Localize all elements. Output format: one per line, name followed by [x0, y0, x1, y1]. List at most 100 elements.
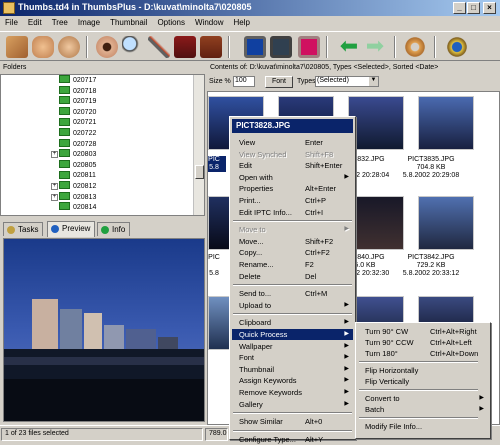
menu-item-delete[interactable]: Delete Del: [232, 271, 353, 282]
folder-item-020812[interactable]: +020812: [51, 181, 97, 192]
menu-item-rename[interactable]: Rename... F2: [232, 259, 353, 270]
folder-item-020803[interactable]: +020803: [51, 149, 96, 160]
menu-item-wallpaper[interactable]: Wallpaper ▶: [232, 341, 353, 352]
folder-item-020719[interactable]: 020719: [59, 96, 96, 107]
expand-icon[interactable]: +: [51, 183, 58, 190]
menu-item-font[interactable]: Font ▶: [232, 352, 353, 363]
folder-label: 020812: [73, 183, 97, 190]
folder-item-020721[interactable]: 020721: [59, 117, 96, 128]
folder-icon: [59, 75, 70, 84]
minimize-button[interactable]: _: [453, 2, 466, 14]
menu-item-properties[interactable]: Properties Alt+Enter: [232, 183, 353, 194]
back-arrow-icon[interactable]: ⬅: [338, 35, 360, 58]
forward-arrow-icon[interactable]: ➡: [364, 35, 386, 58]
context-menu: PICT3828.JPG View Enter View Synched Shift+…: [229, 116, 356, 444]
eye-icon[interactable]: [96, 36, 118, 58]
open-hand-icon[interactable]: [58, 36, 80, 58]
folder-item-020805[interactable]: 020805: [59, 159, 96, 171]
folder-item-020720[interactable]: 020720: [59, 106, 96, 118]
preview-image: [3, 238, 205, 422]
slideshow-icon[interactable]: [270, 36, 292, 58]
folder-item-020811[interactable]: 020811: [59, 170, 96, 181]
submenu-arrow-icon: ▶: [479, 395, 484, 401]
folder-label: 020813: [73, 193, 97, 201]
close-button[interactable]: ×: [483, 2, 496, 14]
size-input[interactable]: 100: [233, 76, 255, 87]
menu-separator: [233, 284, 352, 287]
menu-item-configure-type[interactable]: Configure Type... Alt+Y: [232, 434, 353, 445]
folder-item-020718[interactable]: 020718: [59, 85, 96, 97]
menu-item-modify-file-info[interactable]: Modify File Info...: [358, 421, 488, 432]
menu-item-edit-iptc-info[interactable]: Edit IPTC Info... Ctrl+I: [232, 207, 353, 218]
menu-item-remove-keywords[interactable]: Remove Keywords ▶: [232, 387, 353, 398]
thumbnail-4[interactable]: [418, 96, 474, 150]
menu-file[interactable]: File: [0, 16, 23, 29]
tab-tasks[interactable]: Tasks: [3, 222, 44, 236]
folder-item-020728[interactable]: 020728: [59, 138, 96, 150]
menu-options[interactable]: Options: [152, 16, 190, 29]
magnifier-icon[interactable]: [122, 36, 144, 58]
menu-item-assign-keywords[interactable]: Assign Keywords ▶: [232, 375, 353, 386]
menu-image[interactable]: Image: [73, 16, 105, 29]
folder-item-020814[interactable]: 020814: [59, 202, 96, 213]
menu-item-flip-vertically[interactable]: Flip Vertically: [358, 376, 488, 387]
submenu-arrow-icon: ▶: [344, 331, 349, 337]
menu-item-view[interactable]: View Enter: [232, 137, 353, 148]
menu-separator: [233, 429, 352, 432]
context-menu-header: PICT3828.JPG: [232, 119, 353, 133]
paintbrush-icon[interactable]: [148, 36, 170, 58]
thumbnail-6[interactable]: [348, 196, 404, 250]
menu-item-move[interactable]: Move... Shift+F2: [232, 236, 353, 247]
font-button[interactable]: Font: [265, 76, 293, 88]
menu-item-quick-process[interactable]: Quick Process ▶: [232, 329, 353, 340]
menu-item-turn-90-cw[interactable]: Turn 90° CW Ctrl+Alt+Right: [358, 326, 488, 337]
screen-icon[interactable]: [244, 36, 266, 58]
folder-item-020717[interactable]: 020717: [59, 75, 96, 86]
expand-icon[interactable]: +: [51, 193, 58, 201]
menu-help[interactable]: Help: [228, 16, 254, 29]
menu-item-copy[interactable]: Copy... Ctrl+F2: [232, 247, 353, 258]
submenu-arrow-icon: ▶: [344, 400, 349, 407]
menu-item-open-with[interactable]: Open with ▶: [232, 172, 353, 183]
folder-icon: [59, 170, 70, 179]
menu-item-show-similar[interactable]: Show Similar Alt+0: [232, 416, 353, 427]
maximize-button[interactable]: □: [467, 2, 480, 14]
menu-item-upload-to[interactable]: Upload to ▶: [232, 300, 353, 311]
size-toolbar: Size % 100 Font Types: (Selected) ▼: [207, 75, 500, 90]
menu-item-batch[interactable]: Batch ▶: [358, 404, 488, 415]
folder-hand-icon[interactable]: [6, 36, 28, 58]
menu-item-send-to[interactable]: Send to... Ctrl+M: [232, 288, 353, 299]
tree-scrollbar[interactable]: [193, 75, 204, 215]
folder-item-020722[interactable]: 020722: [59, 128, 96, 139]
menu-item-gallery[interactable]: Gallery ▶: [232, 399, 353, 410]
menu-item-turn-90-ccw[interactable]: Turn 90° CCW Ctrl+Alt+Left: [358, 337, 488, 348]
donut-icon[interactable]: [404, 36, 426, 58]
folder-item-020813[interactable]: +020813: [51, 191, 97, 203]
expand-icon[interactable]: +: [51, 151, 58, 159]
menu-edit[interactable]: Edit: [23, 16, 47, 29]
menu-item-thumbnail[interactable]: Thumbnail ▶: [232, 364, 353, 375]
shortcut-label: Del: [305, 271, 317, 281]
menu-thumbnail[interactable]: Thumbnail: [105, 16, 152, 29]
menu-item-turn-180[interactable]: Turn 180° Ctrl+Alt+Down: [358, 348, 488, 359]
menu-item-clipboard[interactable]: Clipboard ▶: [232, 317, 353, 328]
menu-item-print[interactable]: Print... Ctrl+P: [232, 195, 353, 206]
camera-icon[interactable]: [200, 36, 222, 58]
menu-item-edit[interactable]: Edit Shift+Enter: [232, 160, 353, 171]
menu-item-flip-horizontally[interactable]: Flip Horizontally: [358, 365, 488, 376]
thumbnail-3[interactable]: [348, 96, 404, 150]
types-select[interactable]: (Selected) ▼: [315, 76, 379, 87]
hand-icon[interactable]: [32, 36, 54, 58]
help-icon[interactable]: [446, 36, 468, 58]
briefcase-icon[interactable]: [174, 36, 196, 58]
menu-tree[interactable]: Tree: [47, 16, 73, 29]
menu-window[interactable]: Window: [190, 16, 228, 29]
tab-info[interactable]: Info: [97, 222, 131, 236]
submenu-arrow-icon: ▶: [344, 173, 349, 180]
folder-tree[interactable]: 020717 020718 020719 020720 020721 020722 0207…: [0, 74, 205, 216]
pink-frame-icon[interactable]: [298, 36, 320, 58]
tab-preview[interactable]: Preview: [47, 221, 96, 237]
menu-item-convert-to[interactable]: Convert to ▶: [358, 393, 488, 404]
quick-process-submenu: Turn 90° CW Ctrl+Alt+Right Turn 90° CCW Ctr…: [355, 322, 491, 439]
thumbnail-7[interactable]: [418, 196, 474, 250]
